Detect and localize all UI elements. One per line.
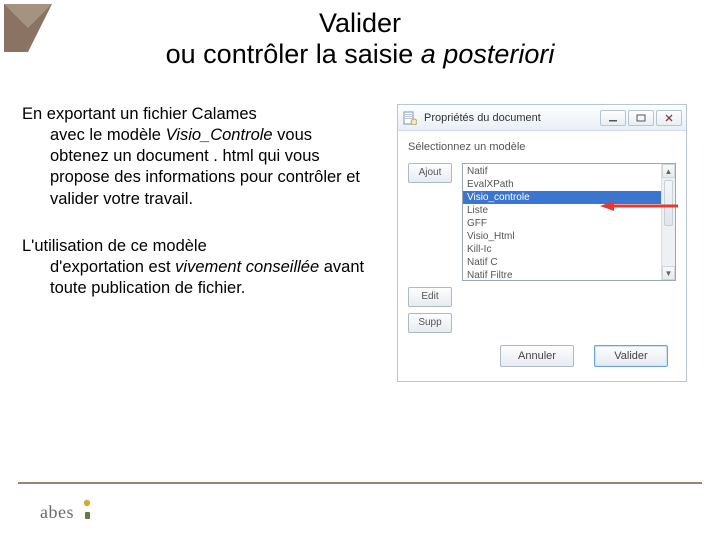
edit-button[interactable]: Edit [408, 287, 452, 307]
body-text: En exportant un fichier Calames avec le … [22, 104, 372, 382]
list-item[interactable]: Natif C [463, 256, 661, 269]
dialog-titlebar[interactable]: Propriétés du document [398, 105, 686, 131]
close-button[interactable] [656, 110, 682, 126]
list-item[interactable]: Natif [463, 165, 661, 178]
instruction-label: Sélectionnez un modèle [408, 141, 676, 153]
minimize-button[interactable] [600, 110, 626, 126]
title-line-2: ou contrôler la saisie a posteriori [0, 39, 720, 70]
paragraph-1: En exportant un fichier Calames avec le … [22, 104, 372, 210]
list-item[interactable]: EvalXPath [463, 178, 661, 191]
slide-title: Valider ou contrôler la saisie a posteri… [0, 0, 720, 94]
list-item[interactable]: GFF [463, 217, 661, 230]
p2-rest-a: d'exportation est [50, 258, 175, 276]
p1-model-name: Visio_Controle [166, 126, 273, 144]
p2-lead: L'utilisation de ce modèle [22, 237, 207, 255]
listbox-scrollbar[interactable]: ▲ ▼ [661, 164, 675, 280]
scroll-up-button[interactable]: ▲ [662, 164, 675, 178]
model-listbox[interactable]: NatifEvalXPathVisio_controleListeGFFVisi… [462, 163, 676, 281]
title-line-2-italic: a posteriori [421, 39, 555, 69]
footer-rule [18, 482, 702, 484]
p1-lead: En exportant un fichier Calames [22, 105, 257, 123]
list-item[interactable]: Natif Filtre [463, 269, 661, 281]
scroll-down-button[interactable]: ▼ [662, 266, 675, 280]
dialog-title: Propriétés du document [424, 112, 600, 124]
p1-indent: avec le modèle Visio_Controle vous obten… [22, 125, 372, 209]
corner-logo [4, 4, 52, 52]
cancel-button[interactable]: Annuler [500, 345, 574, 367]
export-dialog: Propriétés du document Sélectionnez un m… [397, 104, 687, 382]
p2-indent: d'exportation est vivement conseillée av… [22, 257, 372, 299]
document-properties-icon [402, 110, 418, 126]
list-item[interactable]: Kill-Ic [463, 243, 661, 256]
p1-rest-a: avec le modèle [50, 126, 166, 144]
brand-dots-icon [82, 497, 100, 528]
maximize-button[interactable] [628, 110, 654, 126]
paragraph-2: L'utilisation de ce modèle d'exportation… [22, 236, 372, 299]
scroll-thumb[interactable] [664, 180, 673, 226]
list-item[interactable]: Visio_Html [463, 230, 661, 243]
ajout-button[interactable]: Ajout [408, 163, 452, 183]
brand-text: abes [40, 502, 74, 523]
title-line-1: Valider [0, 8, 720, 39]
list-item[interactable]: Liste [463, 204, 661, 217]
list-item[interactable]: Visio_controle [463, 191, 661, 204]
supp-button[interactable]: Supp [408, 313, 452, 333]
p2-reco: vivement conseillée [175, 258, 319, 276]
footer-logo: abes [40, 497, 100, 528]
title-line-2-prefix: ou contrôler la saisie [166, 39, 421, 69]
validate-button[interactable]: Valider [594, 345, 668, 367]
